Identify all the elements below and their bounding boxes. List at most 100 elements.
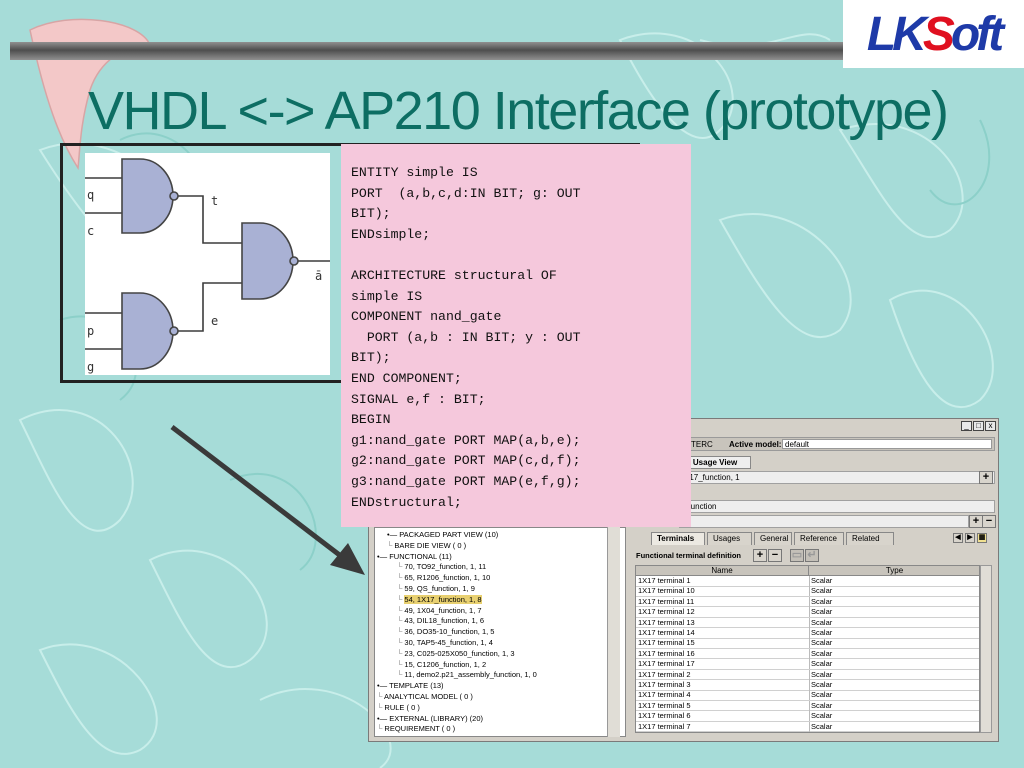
tree-item[interactable]: •— TEMPLATE (13): [377, 681, 444, 691]
minimize-button[interactable]: _: [961, 421, 972, 431]
tree-item-label: ANALYTICAL MODEL ( 0 ): [383, 692, 473, 701]
spacer-row: [679, 486, 995, 499]
tree-item[interactable]: •— PACKAGED PART VIEW (10): [387, 530, 498, 540]
logo-text-oft: oft: [950, 7, 1004, 61]
tree-toggle-icon[interactable]: •—: [377, 681, 389, 690]
column-divider: [809, 700, 810, 711]
column-divider: [809, 690, 810, 701]
table-row[interactable]: 1X17 terminal 7 Scalar: [636, 721, 979, 732]
table-row[interactable]: 1X17 terminal 4 Scalar: [636, 690, 979, 701]
tree-item[interactable]: └ BARE DIE VIEW ( 0 ): [387, 541, 466, 551]
active-model-field[interactable]: default: [782, 439, 992, 449]
terminal-name-cell: 1X17 terminal 10: [638, 586, 695, 596]
tab-related[interactable]: Related: [846, 532, 894, 545]
terminal-type-cell: Scalar: [811, 711, 833, 721]
tree-item-label: EXTERNAL (LIBRARY) (20): [389, 713, 483, 723]
function-name-field[interactable]: _function: [679, 500, 995, 513]
table-row[interactable]: 1X17 terminal 15 Scalar: [636, 638, 979, 649]
terminal-name-cell: 1X17 terminal 15: [638, 638, 695, 648]
tree-item[interactable]: •— FUNCTIONAL (11): [377, 552, 452, 562]
tree-item-label: 43, DIL18_function, 1, 6: [404, 616, 485, 626]
remove-terminal-button[interactable]: −: [768, 549, 782, 562]
tree-item[interactable]: └ RULE ( 0 ): [377, 703, 420, 713]
tree-item[interactable]: └ REQUIREMENT ( 0 ): [377, 724, 455, 734]
terminal-name-cell: 1X17 terminal 4: [638, 690, 691, 700]
terminal-name-cell: 1X17 terminal 7: [638, 721, 691, 731]
close-button[interactable]: x: [985, 421, 996, 431]
tree-scrollbar[interactable]: [607, 527, 620, 737]
column-divider: [809, 617, 810, 628]
tab-reference[interactable]: Reference: [794, 532, 844, 545]
paste-icon[interactable]: ↵: [805, 549, 819, 562]
column-divider: [809, 638, 810, 649]
terminal-type-cell: Scalar: [811, 607, 833, 617]
tree-toggle-icon[interactable]: •—: [377, 552, 389, 561]
table-row[interactable]: 1X17 terminal 13 Scalar: [636, 617, 979, 629]
table-scrollbar[interactable]: [980, 565, 992, 733]
tree-item[interactable]: •— EXTERNAL (LIBRARY) (20): [377, 714, 483, 724]
table-row[interactable]: 1X17 terminal 10 Scalar: [636, 586, 979, 597]
tree-item[interactable]: └ 70, TO92_function, 1, 11: [397, 562, 486, 572]
tree-item[interactable]: └ 30, TAP5-45_function, 1, 4: [397, 638, 493, 648]
add-button[interactable]: +: [979, 471, 993, 484]
tree-item[interactable]: └ 49, 1X04_function, 1, 7: [397, 606, 482, 616]
table-row[interactable]: 1X17 terminal 6 Scalar: [636, 711, 979, 722]
column-divider: [809, 628, 810, 638]
tree-item[interactable]: └ 23, C025-025X050_function, 1, 3: [397, 649, 515, 659]
net-label-e: e: [211, 314, 218, 328]
tree-item-label: 15, C1206_function, 1, 2: [404, 659, 487, 669]
model-tree[interactable]: •— PACKAGED PART VIEW (10) └ BARE DIE VIE…: [374, 527, 626, 737]
table-row[interactable]: 1X17 terminal 12 Scalar: [636, 607, 979, 618]
tree-item[interactable]: └ 43, DIL18_function, 1, 6: [397, 616, 484, 626]
tab-prev-button[interactable]: ◀: [953, 533, 963, 543]
empty-field[interactable]: [679, 515, 969, 528]
tree-item[interactable]: └ 15, C1206_function, 1, 2: [397, 660, 486, 670]
table-row[interactable]: 1X17 terminal 14 Scalar: [636, 628, 979, 639]
tree-item[interactable]: └ ANALYTICAL MODEL ( 0 ): [377, 692, 473, 702]
function-field[interactable]: X17_function, 1: [679, 471, 995, 484]
table-row[interactable]: 1X17 terminal 17 Scalar: [636, 659, 979, 670]
tree-item-label: 30, TAP5-45_function, 1, 4: [404, 638, 493, 647]
tab-usages[interactable]: Usages: [707, 532, 752, 545]
terminal-name-cell: 1X17 terminal 16: [638, 648, 695, 658]
terminal-type-cell: Scalar: [811, 596, 833, 606]
table-row[interactable]: 1X17 terminal 3 Scalar: [636, 680, 979, 691]
tree-item[interactable]: └ 11, demo2.p21_assembly_function, 1, 0: [397, 670, 537, 680]
copy-icon[interactable]: ▭: [790, 549, 804, 562]
column-header-type[interactable]: Type: [809, 566, 979, 576]
tree-toggle-icon[interactable]: •—: [377, 714, 389, 723]
table-row[interactable]: 1X17 terminal 5 Scalar: [636, 700, 979, 712]
terminal-type-cell: Scalar: [811, 659, 833, 669]
column-divider: [809, 711, 810, 722]
remove-button-2[interactable]: −: [982, 515, 996, 528]
terminal-name-cell: 1X17 terminal 14: [638, 628, 695, 637]
terminal-type-cell: Scalar: [811, 700, 833, 710]
table-row[interactable]: 1X17 terminal 11 Scalar: [636, 596, 979, 608]
column-header-name[interactable]: Name: [636, 566, 809, 576]
terminal-type-cell: Scalar: [811, 690, 833, 700]
tree-item-label: TEMPLATE (13): [389, 681, 444, 691]
tree-item[interactable]: └ 65, R1206_function, 1, 10: [397, 573, 490, 583]
tab-general[interactable]: General: [754, 532, 792, 545]
add-button-2[interactable]: +: [969, 515, 983, 528]
column-divider: [809, 596, 810, 607]
tab-terminals[interactable]: Terminals: [651, 532, 705, 545]
tree-item[interactable]: └ 54, 1X17_function, 1, 8: [397, 594, 482, 605]
tree-item-label: 23, C025-025X050_function, 1, 3: [404, 648, 515, 658]
nand-circuit-diagram: q c p g t e ā: [85, 153, 330, 375]
terminal-name-cell: 1X17 terminal 11: [638, 596, 695, 606]
table-row[interactable]: 1X17 terminal 2 Scalar: [636, 669, 979, 681]
tab-menu-icon[interactable]: ▦: [977, 533, 987, 543]
tree-item-label: 54, 1X17_function, 1, 8: [404, 594, 482, 604]
tree-toggle-icon[interactable]: •—: [387, 530, 399, 539]
table-row[interactable]: 1X17 terminal 16 Scalar: [636, 648, 979, 660]
tree-item[interactable]: └ 59, QS_function, 1, 9: [397, 584, 475, 594]
column-divider: [809, 659, 810, 670]
tab-next-button[interactable]: ▶: [965, 533, 975, 543]
tree-item[interactable]: └ 36, DO35-10_function, 1, 5: [397, 627, 494, 637]
add-terminal-button[interactable]: +: [753, 549, 767, 562]
title-rule: [10, 42, 845, 60]
table-row[interactable]: 1X17 terminal 1 Scalar: [636, 576, 979, 587]
maximize-button[interactable]: □: [973, 421, 984, 431]
column-divider: [809, 576, 810, 586]
